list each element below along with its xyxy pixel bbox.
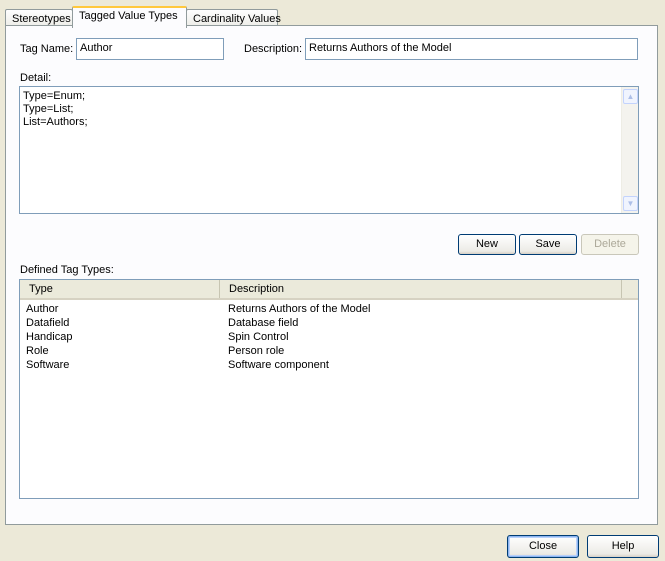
- list-row[interactable]: Datafield Database field: [20, 316, 638, 330]
- detail-line: List=Authors;: [23, 116, 88, 128]
- scroll-up-icon[interactable]: ▲: [623, 89, 638, 104]
- detail-scrollbar[interactable]: ▲ ▼: [621, 87, 638, 213]
- detail-textarea[interactable]: Type=Enum; Type=List; List=Authors; ▲ ▼: [19, 86, 639, 214]
- defined-tag-types-label: Defined Tag Types:: [20, 264, 114, 276]
- row-type: Handicap: [26, 331, 73, 343]
- row-description: Returns Authors of the Model: [228, 303, 371, 315]
- detail-text: Type=Enum; Type=List; List=Authors;: [23, 90, 618, 129]
- row-type: Role: [26, 345, 49, 357]
- scroll-down-icon[interactable]: ▼: [623, 196, 638, 211]
- row-description: Person role: [228, 345, 285, 357]
- row-description: Database field: [228, 317, 299, 329]
- description-field[interactable]: Returns Authors of the Model: [305, 38, 638, 60]
- tag-name-field[interactable]: Author: [76, 38, 224, 60]
- list-header: Type Description: [20, 280, 638, 300]
- new-button[interactable]: New: [458, 234, 516, 255]
- list-row[interactable]: Role Person role: [20, 344, 638, 358]
- save-button[interactable]: Save: [519, 234, 577, 255]
- detail-line: Type=List;: [23, 103, 74, 115]
- column-header-description[interactable]: Description: [220, 280, 622, 298]
- list-row[interactable]: Software Software component: [20, 358, 638, 372]
- column-header-type[interactable]: Type: [20, 280, 220, 298]
- tab-tagged-value-types[interactable]: Tagged Value Types: [72, 6, 187, 28]
- defined-tag-types-list[interactable]: Type Description Author Returns Authors …: [19, 279, 639, 499]
- detail-label: Detail:: [20, 72, 52, 84]
- detail-line: Type=Enum;: [23, 90, 86, 102]
- row-type: Author: [26, 303, 59, 315]
- help-button[interactable]: Help: [587, 535, 659, 558]
- row-type: Software: [26, 359, 70, 371]
- list-row[interactable]: Handicap Spin Control: [20, 330, 638, 344]
- row-type: Datafield: [26, 317, 70, 329]
- row-description: Software component: [228, 359, 329, 371]
- close-button[interactable]: Close: [507, 535, 579, 558]
- delete-button[interactable]: Delete: [581, 234, 639, 255]
- tag-name-label: Tag Name:: [20, 43, 74, 55]
- row-description: Spin Control: [228, 331, 289, 343]
- list-rows: Author Returns Authors of the Model Data…: [20, 302, 638, 372]
- list-row[interactable]: Author Returns Authors of the Model: [20, 302, 638, 316]
- description-label: Description:: [244, 43, 303, 55]
